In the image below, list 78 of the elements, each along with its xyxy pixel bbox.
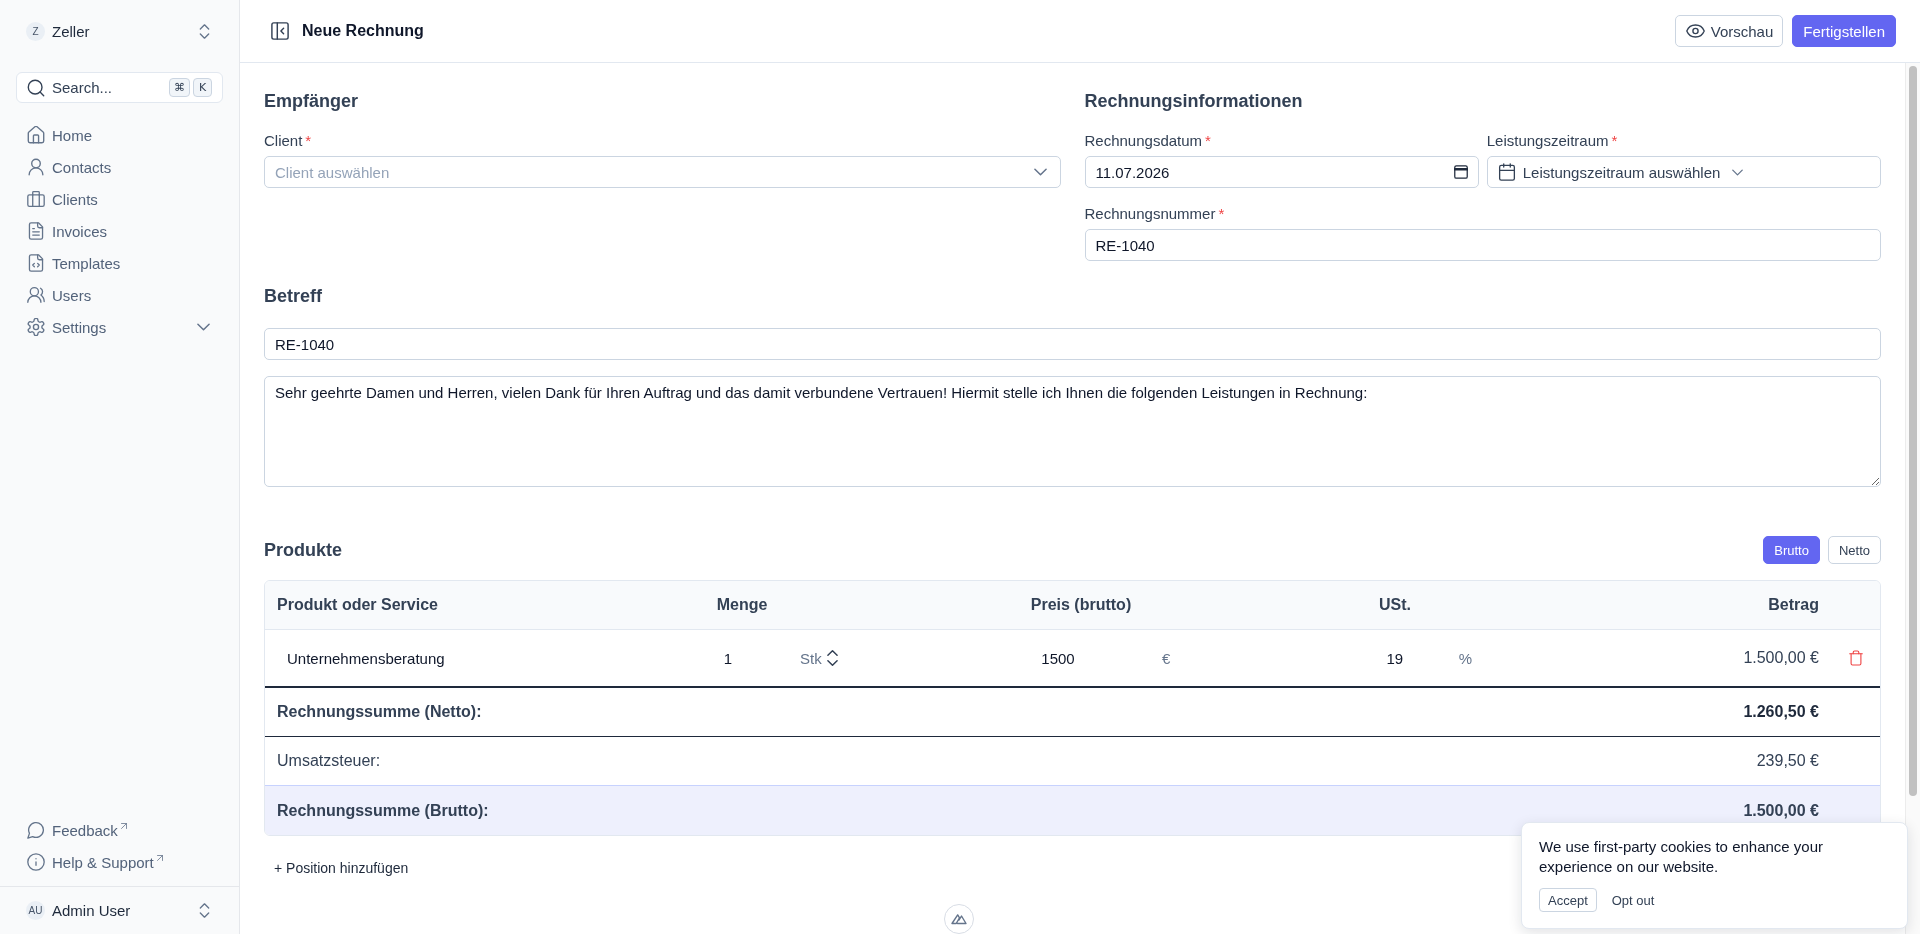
- total-amount: 239,50 €: [1756, 752, 1819, 770]
- price-mode-toggle[interactable]: Brutto: [1763, 536, 1820, 564]
- total-label: Rechnungssumme (Netto):: [277, 703, 482, 721]
- nav-item[interactable]: Settings: [16, 311, 223, 343]
- quantity-field[interactable]: 1: [723, 649, 733, 667]
- currency-label: €: [1162, 649, 1171, 667]
- finish-button[interactable]: Fertigstellen: [1792, 15, 1896, 47]
- field-label: Client *: [264, 131, 312, 151]
- user-icon: [27, 158, 45, 176]
- add-position-button[interactable]: + Position hinzufügen: [264, 853, 419, 883]
- scrollbar-thumb[interactable]: [1909, 66, 1917, 796]
- total-label: Rechnungssumme (Brutto):: [277, 801, 489, 820]
- price-mode-toggle[interactable]: Netto: [1827, 536, 1881, 564]
- nav-item[interactable]: Users: [16, 279, 223, 311]
- nav-item[interactable]: Templates: [16, 247, 223, 279]
- section-heading: Betreff: [264, 285, 323, 308]
- total-amount: 1.500,00 €: [1743, 801, 1819, 820]
- total-label: Umsatzsteuer:: [277, 752, 381, 770]
- column-header: Betrag: [1768, 596, 1819, 613]
- section-heading: Produkte: [264, 539, 342, 562]
- date-field[interactable]: 11.07.2026: [1084, 156, 1479, 188]
- house-icon: [27, 126, 45, 144]
- briefcase-icon: [27, 190, 45, 208]
- user-menu-button[interactable]: AU Admin User: [16, 894, 223, 927]
- document-icon: [27, 222, 45, 240]
- column-header: Produkt oder Service: [277, 596, 438, 613]
- page-title: Neue Rechnung: [302, 22, 425, 40]
- field-label: Rechnungsnummer *: [1084, 204, 1225, 224]
- section-heading: Rechnungsinformationen: [1084, 90, 1304, 113]
- accept-button[interactable]: Accept: [1539, 888, 1597, 912]
- column-header: USt.: [1379, 596, 1411, 613]
- speech-bubble-icon: [27, 821, 45, 839]
- unit-select[interactable]: Stk: [800, 649, 838, 667]
- preview-button[interactable]: Vorschau: [1674, 15, 1784, 47]
- chevron-down-icon: [1033, 168, 1047, 176]
- field-label: Leistungszeitraum *: [1486, 131, 1618, 151]
- calendar-icon: [1453, 165, 1468, 179]
- nav-item[interactable]: Clients: [16, 183, 223, 215]
- info-icon: [27, 853, 45, 871]
- total-amount: 1.260,50 €: [1743, 703, 1819, 721]
- search-field[interactable]: Search... ⌘ K: [16, 72, 223, 103]
- chevrons-up-down-icon: [826, 649, 838, 667]
- workspace-avatar: Z: [26, 21, 45, 41]
- invoice-number-field[interactable]: RE-1040: [1084, 229, 1881, 261]
- user-avatar: AU: [26, 901, 45, 920]
- chevrons-up-down-icon: [199, 903, 210, 918]
- percent-label: %: [1458, 649, 1472, 667]
- field-label: Rechnungsdatum *: [1084, 131, 1211, 151]
- vat-rate-field[interactable]: 19: [1386, 649, 1404, 667]
- nav-item[interactable]: Invoices: [16, 215, 223, 247]
- footer-link[interactable]: Help & Support: [16, 846, 223, 878]
- line-amount: 1.500,00 €: [1743, 649, 1819, 667]
- section-heading: Empfänger: [264, 90, 360, 113]
- column-header: Menge: [716, 596, 768, 613]
- subject-field[interactable]: RE-1040: [264, 328, 1881, 360]
- price-field[interactable]: 1500: [1041, 649, 1075, 667]
- column-header: Preis (brutto): [1030, 596, 1132, 613]
- message-field[interactable]: Sehr geehrte Damen und Herren, vielen Dank für Ihren Auftrag und das damit verbundene Vertrauen! Hiermit stelle ich Ihnen die folgenden Leistungen in Rechnung:: [264, 376, 1881, 487]
- calendar-icon: [1497, 163, 1516, 181]
- chevrons-up-down-icon: [199, 23, 210, 39]
- footer-link[interactable]: Feedback: [16, 814, 223, 846]
- shortcut-key: K: [193, 78, 212, 97]
- users-icon: [27, 286, 45, 304]
- search-icon: [27, 78, 45, 97]
- eye-icon: [1685, 24, 1705, 38]
- cookie-message: We use first-party cookies to enhance your experience on our website.: [1539, 837, 1825, 877]
- shortcut-key: ⌘: [169, 78, 190, 97]
- chevron-down-icon: [1732, 168, 1744, 176]
- date-range-select[interactable]: Leistungszeitraum auswählen: [1486, 156, 1881, 188]
- nav-item[interactable]: Contacts: [16, 151, 223, 183]
- workspace-switcher[interactable]: Z Zeller: [16, 15, 223, 47]
- panel-left-icon[interactable]: [271, 22, 289, 40]
- settings-icon: [27, 318, 45, 336]
- trash-icon[interactable]: [1848, 650, 1863, 666]
- product-name-field[interactable]: Unternehmensberatung: [287, 649, 445, 667]
- nav-item[interactable]: Home: [16, 119, 223, 151]
- mountain-logo-icon[interactable]: [944, 904, 974, 934]
- code-file-icon: [27, 254, 45, 272]
